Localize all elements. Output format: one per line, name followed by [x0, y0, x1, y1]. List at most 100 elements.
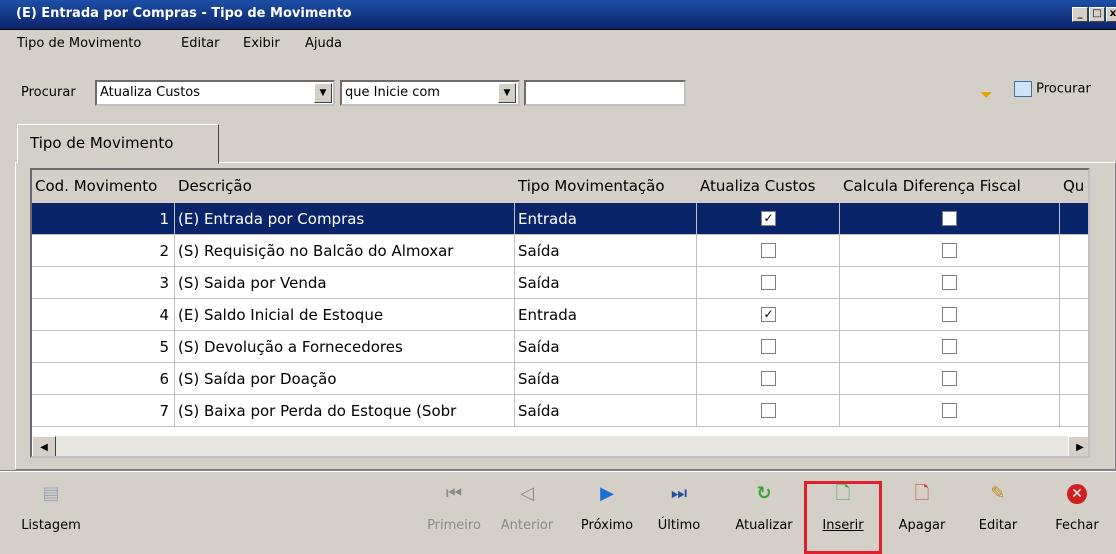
cell-descricao: (E) Saldo Inicial de Estoque — [175, 299, 515, 331]
table-row[interactable]: 6 (S) Saída por Doação Saída — [32, 363, 1088, 395]
cell-descricao: (S) Saída por Doação — [175, 363, 515, 395]
column-header-atualiza[interactable]: Atualiza Custos — [697, 170, 840, 203]
table-row[interactable]: 5 (S) Devolução a Fornecedores Saída — [32, 331, 1088, 363]
column-header-calcula[interactable]: Calcula Diferença Fiscal — [840, 170, 1060, 203]
proximo-label: Próximo — [580, 518, 634, 533]
column-header-tipo[interactable]: Tipo Movimentação — [515, 170, 697, 203]
search-icon — [1014, 81, 1032, 97]
cell-atualiza — [697, 235, 840, 267]
cell-tipo: Entrada — [515, 299, 697, 331]
cell-qu — [1060, 235, 1088, 267]
maximize-button[interactable]: □ — [1089, 7, 1105, 22]
column-header-codigo[interactable]: Cod. Movimento — [32, 170, 175, 203]
menu-editar[interactable]: Editar — [181, 36, 220, 51]
search-mode-value: que Inicie com — [345, 85, 440, 100]
column-header-qu[interactable]: Qu — [1060, 170, 1088, 203]
menu-exibir[interactable]: Exibir — [243, 36, 280, 51]
horizontal-scrollbar[interactable]: ◀ ▶ — [32, 436, 1088, 456]
column-header-descricao[interactable]: Descrição — [175, 170, 515, 203]
toolbar-separator — [0, 470, 1116, 472]
fechar-button[interactable]: ✕ Fechar — [1046, 478, 1108, 550]
cell-calcula — [840, 267, 1060, 299]
cell-descricao: (S) Devolução a Fornecedores — [175, 331, 515, 363]
calcula-checkbox[interactable] — [942, 371, 957, 386]
cell-descricao: (S) Baixa por Perda do Estoque (Sobr — [175, 395, 515, 427]
search-mode-select[interactable]: que Inicie com — [340, 80, 520, 106]
ultimo-button[interactable]: ⏭ Último — [650, 478, 708, 550]
cell-qu — [1060, 363, 1088, 395]
grid-header: Cod. Movimento Descrição Tipo Movimentaç… — [32, 170, 1088, 203]
cell-calcula — [840, 395, 1060, 427]
search-button[interactable]: Procurar — [1014, 81, 1091, 97]
delete-document-icon: 🗋 — [914, 483, 930, 504]
cell-codigo: 7 — [32, 395, 175, 427]
table-row[interactable]: 4 (E) Saldo Inicial de Estoque Entrada ✓ — [32, 299, 1088, 331]
cell-qu — [1060, 331, 1088, 363]
calcula-checkbox[interactable] — [942, 275, 957, 290]
calcula-checkbox[interactable] — [942, 307, 957, 322]
minimize-button[interactable]: _ — [1072, 7, 1088, 22]
atualiza-checkbox[interactable] — [761, 371, 776, 386]
primeiro-label: Primeiro — [427, 518, 481, 533]
fechar-label: Fechar — [1055, 518, 1099, 533]
proximo-button[interactable]: ▶ Próximo — [572, 478, 642, 550]
data-grid: Cod. Movimento Descrição Tipo Movimentaç… — [30, 168, 1090, 458]
search-input[interactable] — [524, 80, 686, 106]
cell-atualiza: ✓ — [697, 299, 840, 331]
calcula-checkbox[interactable] — [942, 243, 957, 258]
table-row[interactable]: 2 (S) Requisição no Balcão do Almoxar Saíd… — [32, 235, 1088, 267]
search-label: Procurar — [21, 85, 76, 100]
editar-button[interactable]: ✎ Editar — [968, 478, 1028, 550]
cell-codigo: 4 — [32, 299, 175, 331]
atualiza-checkbox[interactable]: ✓ — [761, 211, 776, 226]
chevron-down-icon[interactable]: ▼ — [314, 83, 332, 103]
cell-tipo: Saída — [515, 363, 697, 395]
chevron-down-icon[interactable]: ▼ — [498, 83, 516, 103]
cell-calcula — [840, 331, 1060, 363]
cell-codigo: 5 — [32, 331, 175, 363]
apagar-button[interactable]: 🗋 Apagar — [890, 478, 954, 550]
document-icon: ▤ — [42, 483, 60, 504]
search-field-select[interactable]: Atualiza Custos — [95, 80, 335, 106]
table-row[interactable]: 1 (E) Entrada por Compras Entrada ✓ — [32, 203, 1088, 235]
atualiza-checkbox[interactable] — [761, 275, 776, 290]
cell-calcula — [840, 363, 1060, 395]
cell-tipo: Saída — [515, 235, 697, 267]
atualiza-checkbox[interactable] — [761, 243, 776, 258]
atualizar-button[interactable]: ↻ Atualizar — [728, 478, 800, 550]
scroll-right-icon[interactable]: ▶ — [1068, 436, 1088, 456]
cell-descricao: (S) Requisição no Balcão do Almoxar — [175, 235, 515, 267]
atualiza-checkbox[interactable] — [761, 403, 776, 418]
calcula-checkbox[interactable] — [942, 403, 957, 418]
menu-ajuda[interactable]: Ajuda — [305, 36, 342, 51]
table-row[interactable]: 3 (S) Saida por Venda Saída — [32, 267, 1088, 299]
tab-tipo-de-movimento[interactable]: Tipo de Movimento — [17, 124, 219, 164]
cell-qu — [1060, 267, 1088, 299]
listagem-button[interactable]: ▤ Listagem — [16, 478, 86, 550]
cell-qu — [1060, 203, 1088, 235]
search-row: Procurar Atualiza Custos ▼ que Inicie co… — [0, 58, 1116, 118]
table-row[interactable]: 7 (S) Baixa por Perda do Estoque (Sobr Saí… — [32, 395, 1088, 427]
cell-atualiza: ✓ — [697, 203, 840, 235]
window-title: (E) Entrada por Compras - Tipo de Movime… — [16, 6, 352, 21]
close-window-button[interactable]: x — [1106, 7, 1116, 22]
tab-label: Tipo de Movimento — [30, 134, 174, 152]
atualiza-checkbox[interactable] — [761, 339, 776, 354]
cell-codigo: 6 — [32, 363, 175, 395]
anterior-button[interactable]: ◁ Anterior — [492, 478, 562, 550]
next-record-icon: ▶ — [600, 483, 614, 504]
calcula-checkbox[interactable] — [942, 339, 957, 354]
calcula-checkbox[interactable] — [942, 211, 957, 226]
apagar-label: Apagar — [898, 518, 946, 533]
cell-codigo: 3 — [32, 267, 175, 299]
cell-calcula — [840, 235, 1060, 267]
cell-qu — [1060, 395, 1088, 427]
atualiza-checkbox[interactable]: ✓ — [761, 307, 776, 322]
ultimo-label: Último — [657, 518, 701, 533]
primeiro-button[interactable]: ⏮ Primeiro — [420, 478, 488, 550]
menu-tipo-de-movimento[interactable]: Tipo de Movimento — [17, 36, 141, 51]
filter-icon[interactable]: ⏷ — [980, 85, 993, 105]
title-bar: (E) Entrada por Compras - Tipo de Movime… — [0, 0, 1116, 30]
scroll-left-icon[interactable]: ◀ — [32, 436, 56, 456]
editar-label: Editar — [978, 518, 1018, 533]
